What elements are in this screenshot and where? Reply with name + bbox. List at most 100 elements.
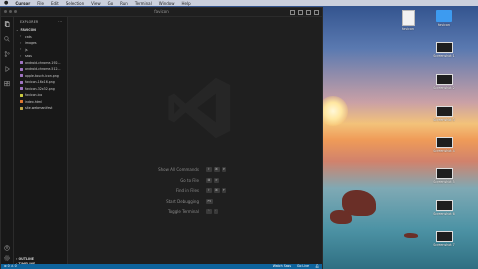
image-file-icon bbox=[20, 87, 23, 91]
keycap: ⇧ bbox=[206, 188, 212, 193]
account-icon[interactable] bbox=[4, 245, 10, 251]
folder-icon bbox=[436, 10, 452, 22]
desktop-item[interactable]: Screenshot 7 bbox=[424, 231, 464, 247]
chevron-right-icon: › bbox=[20, 40, 22, 45]
toggle-panel-icon[interactable] bbox=[298, 10, 303, 15]
problems-indicator[interactable]: ⊗ 0 ⚠ 0 bbox=[4, 264, 17, 269]
keycap: ⌘ bbox=[206, 177, 212, 183]
menu-item[interactable]: Window bbox=[159, 1, 175, 6]
desktop-item-label: Screenshot 4 bbox=[433, 149, 455, 153]
outline-label: OUTLINE bbox=[18, 257, 34, 261]
shortcut-keys: ⇧ ⌘ F bbox=[206, 188, 227, 193]
menu-item[interactable]: Edit bbox=[51, 1, 59, 6]
more-actions-icon[interactable]: ··· bbox=[58, 19, 62, 24]
image-file-icon bbox=[20, 80, 23, 84]
desktop-item-label: Screenshot 5 bbox=[433, 180, 455, 184]
extensions-icon[interactable] bbox=[4, 81, 10, 87]
screenshot-thumbnail-icon bbox=[435, 137, 453, 148]
gear-icon[interactable] bbox=[4, 255, 10, 261]
menu-item[interactable]: Selection bbox=[66, 1, 84, 6]
rock bbox=[330, 210, 352, 224]
image-file-icon bbox=[20, 74, 23, 78]
shortcut-keys: ⇧ ⌘ P bbox=[206, 167, 227, 172]
file-tree: ⌄ FAVICON › cats › images › js › sass android-ch… bbox=[16, 27, 66, 112]
desktop-item[interactable]: Screenshot 1 bbox=[424, 42, 464, 58]
shortcut-label: Toggle Terminal bbox=[167, 209, 199, 214]
keycap: ⇧ bbox=[206, 167, 212, 172]
shortcut-keys: F5 bbox=[206, 198, 213, 204]
screenshot-thumbnail-icon bbox=[435, 106, 453, 117]
apple-icon[interactable]: ● bbox=[4, 0, 8, 6]
shortcut-label: Go to File bbox=[180, 177, 199, 183]
keycap: P bbox=[214, 177, 219, 183]
chevron-right-icon: › bbox=[20, 53, 22, 58]
menu-bar: ● Cursor File Edit Selection View Go Run… bbox=[0, 0, 478, 6]
go-live-button[interactable]: Go Live bbox=[297, 264, 309, 269]
explorer-sidebar: EXPLORER ··· ⌄ FAVICON › cats › images › js › s… bbox=[14, 17, 68, 266]
chevron-down-icon: ⌄ bbox=[16, 28, 19, 32]
desktop-item[interactable]: Screenshot 3 bbox=[424, 106, 464, 122]
desktop-item-label: Screenshot 6 bbox=[433, 212, 455, 216]
outline-section[interactable]: › OUTLINE bbox=[16, 257, 34, 261]
image-file-icon bbox=[20, 61, 23, 65]
desktop-item[interactable]: Screenshot 5 bbox=[424, 168, 464, 184]
desktop-item[interactable]: Screenshot 4 bbox=[424, 137, 464, 153]
file-item[interactable]: site.webmanifest bbox=[16, 105, 66, 112]
editor-area: Show All Commands ⇧ ⌘ P Go to File ⌘ P Find in … bbox=[68, 17, 322, 264]
menu-app-name[interactable]: Cursor bbox=[15, 1, 30, 6]
desktop-item-label: favicon bbox=[438, 23, 450, 27]
run-debug-icon[interactable] bbox=[4, 66, 10, 72]
desktop-item-label: Screenshot 2 bbox=[433, 86, 455, 90]
menu-item[interactable]: Run bbox=[120, 1, 128, 6]
screenshot-thumbnail-icon bbox=[435, 74, 453, 85]
toggle-secondary-sidebar-icon[interactable] bbox=[306, 10, 311, 15]
chevron-right-icon: › bbox=[20, 47, 22, 52]
keycap: ⌃ bbox=[206, 209, 212, 214]
activity-bar bbox=[1, 17, 14, 264]
explorer-header: EXPLORER bbox=[20, 20, 39, 24]
desktop-item-label: Screenshot 7 bbox=[433, 243, 455, 247]
keycap: F5 bbox=[206, 198, 213, 204]
keycap: P bbox=[221, 167, 227, 172]
vscode-logo-icon bbox=[168, 77, 231, 139]
explorer-icon[interactable] bbox=[4, 21, 10, 27]
status-bar: ⊗ 0 ⚠ 0 Watch Sass Go Live 🔔︎ bbox=[1, 264, 322, 269]
desktop-item[interactable]: favicon bbox=[424, 10, 464, 27]
screenshot-thumbnail-icon bbox=[435, 231, 453, 242]
layout-controls bbox=[290, 10, 319, 15]
shortcut-label: Start Debugging bbox=[166, 198, 199, 204]
screenshot-thumbnail-icon bbox=[435, 168, 453, 179]
title-bar[interactable]: favicon bbox=[1, 8, 322, 17]
tree-item-label: site.webmanifest bbox=[25, 106, 53, 110]
source-control-icon[interactable] bbox=[4, 51, 10, 57]
menu-item[interactable]: File bbox=[37, 1, 44, 6]
keycap: ⌘ bbox=[213, 167, 220, 172]
shortcut-label: Show All Commands bbox=[158, 167, 199, 172]
shortcut-keys: ⌃ ` bbox=[206, 209, 219, 214]
search-icon[interactable] bbox=[4, 36, 10, 42]
customize-layout-icon[interactable] bbox=[314, 10, 319, 15]
menu-item[interactable]: Terminal bbox=[135, 1, 152, 6]
screenshot-thumbnail-icon bbox=[435, 200, 453, 211]
menu-item[interactable]: View bbox=[91, 1, 101, 6]
image-file-icon bbox=[20, 67, 23, 71]
ico-file-icon bbox=[20, 93, 23, 97]
document-icon bbox=[401, 10, 415, 26]
editor-window: favicon EXPLORER ··· ⌄ FAVICON › cats › … bbox=[0, 7, 323, 269]
keycap: F bbox=[221, 188, 227, 193]
keycap: ` bbox=[213, 209, 219, 214]
html-file-icon bbox=[20, 100, 23, 104]
keycap: ⌘ bbox=[213, 188, 220, 193]
watch-sass-button[interactable]: Watch Sass bbox=[273, 264, 291, 269]
shortcut-keys: ⌘ P bbox=[206, 177, 219, 183]
window-title: favicon bbox=[154, 9, 169, 14]
desktop-item[interactable]: favicon bbox=[388, 10, 428, 31]
desktop-item[interactable]: Screenshot 2 bbox=[424, 74, 464, 90]
json-file-icon bbox=[20, 106, 23, 110]
notifications-icon[interactable]: 🔔︎ bbox=[315, 264, 319, 269]
menu-item[interactable]: Go bbox=[108, 1, 114, 6]
toggle-sidebar-icon[interactable] bbox=[290, 10, 295, 15]
desktop-item[interactable]: Screenshot 6 bbox=[424, 200, 464, 216]
menu-item[interactable]: Help bbox=[182, 1, 191, 6]
desktop-item-label: Screenshot 3 bbox=[433, 118, 455, 122]
